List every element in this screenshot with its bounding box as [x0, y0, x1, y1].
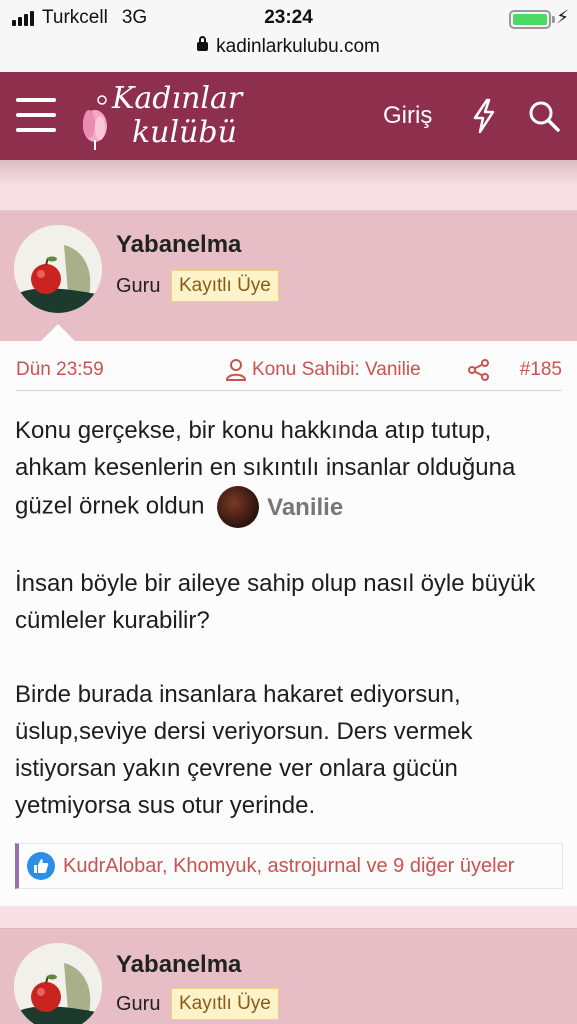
site-header: Kadınlar kulübü Giriş [0, 72, 577, 160]
like-icon [27, 852, 55, 880]
header-shadow [0, 160, 577, 186]
user-title: Guru [116, 993, 161, 1015]
reactions-text: KudrAlobar, Khomyuk, astrojurnal ve 9 di… [63, 854, 515, 877]
post-username[interactable]: Yabanelma [116, 951, 241, 979]
post-number[interactable]: #185 [520, 359, 562, 381]
post-author-block: Yabanelma Guru Kayıtlı Üye [0, 211, 577, 358]
forum-post-2: Yabanelma Guru Kayıtlı Üye [0, 928, 577, 1024]
post-paragraph: Birde burada insanlara hakaret ediyorsun… [15, 681, 473, 819]
status-bar: Turkcell 3G 23:24 ⚡ [0, 0, 577, 36]
mention-name: Vanilie [267, 493, 344, 521]
url-text: kadinlarkulubu.com [216, 36, 380, 57]
charging-icon: ⚡ [556, 7, 569, 27]
login-link[interactable]: Giriş [383, 102, 432, 130]
user-badge: Kayıtlı Üye [171, 270, 279, 302]
apple-avatar-image [14, 225, 102, 313]
lock-icon [197, 36, 209, 51]
post-paragraph: İnsan böyle bir aileye sahip olup nasıl … [15, 570, 536, 634]
user-mention[interactable]: Vanilie [211, 486, 343, 528]
avatar[interactable] [14, 225, 102, 313]
thread-owner: Konu Sahibi: Vanilie [226, 359, 421, 381]
post-username[interactable]: Yabanelma [116, 231, 241, 259]
clock: 23:24 [264, 7, 313, 28]
flower-logo-icon [83, 95, 107, 150]
user-badge: Kayıtlı Üye [171, 988, 279, 1020]
thread-owner-label: Konu Sahibi: Vanilie [252, 359, 421, 380]
logo-line-1: Kadınlar [112, 81, 243, 116]
mention-avatar [217, 486, 260, 528]
search-icon[interactable] [528, 100, 560, 132]
arrow-notch [41, 324, 75, 358]
site-logo[interactable]: Kadınlar kulübü [78, 80, 258, 154]
post-date[interactable]: Dün 23:59 [16, 359, 104, 381]
apple-avatar-image [14, 943, 102, 1024]
user-title: Guru [116, 275, 161, 297]
post-meta: Dün 23:59 Konu Sahibi: Vanilie #185 [16, 357, 562, 391]
post-paragraph: Konu gerçekse, bir konu hakkında atıp tu… [15, 412, 565, 528]
battery-icon [509, 10, 555, 29]
share-icon[interactable] [468, 359, 490, 381]
avatar[interactable] [14, 943, 102, 1024]
lightning-icon[interactable] [470, 98, 498, 134]
menu-icon[interactable] [16, 98, 56, 132]
reactions-bar[interactable]: KudrAlobar, Khomyuk, astrojurnal ve 9 di… [15, 843, 563, 889]
post-body: Konu gerçekse, bir konu hakkında atıp tu… [15, 412, 565, 824]
forum-post: Yabanelma Guru Kayıtlı Üye Dün 23:59 Kon… [0, 210, 577, 906]
logo-line-2: kulübü [132, 115, 237, 150]
address-bar[interactable]: kadinlarkulubu.com [0, 36, 577, 72]
user-icon [226, 359, 246, 381]
